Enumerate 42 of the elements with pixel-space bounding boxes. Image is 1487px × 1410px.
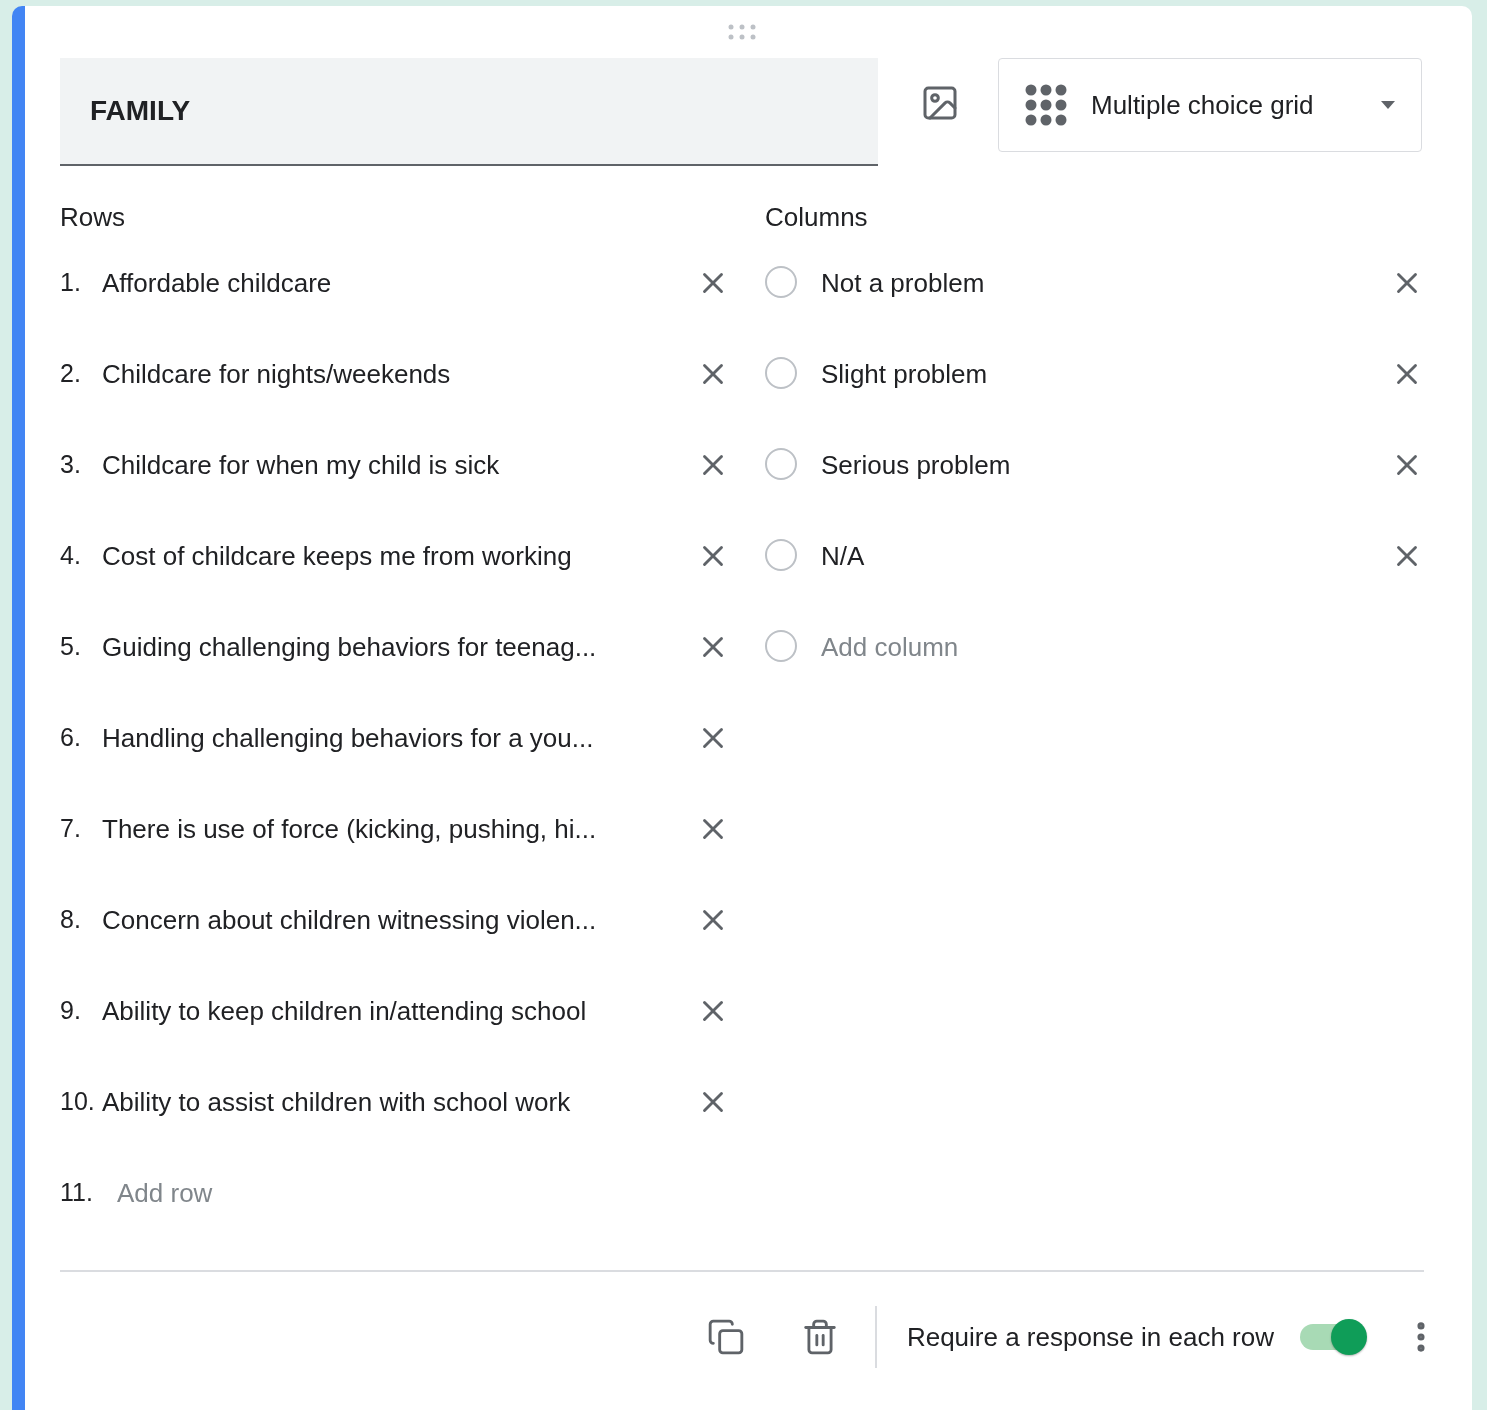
row-number: 9.	[60, 996, 82, 1025]
required-toggle[interactable]	[1298, 1318, 1368, 1356]
row-number: 8.	[60, 905, 82, 934]
row-number: 4.	[60, 541, 82, 570]
row-number: 5.	[60, 632, 82, 661]
row-number: 1.	[60, 268, 82, 297]
add-row-field[interactable]: Add row	[117, 1178, 730, 1209]
copy-icon[interactable]	[706, 1318, 745, 1356]
radio-icon	[765, 448, 797, 480]
row-text-field[interactable]: Affordable childcare	[102, 268, 696, 299]
row-number: 3.	[60, 450, 82, 479]
row-number: 7.	[60, 814, 82, 843]
column-text-field[interactable]: N/A	[821, 541, 1390, 572]
columns-label: Columns	[765, 202, 869, 234]
row-text-field[interactable]: Concern about children witnessing violen...	[102, 905, 696, 936]
row-text-field[interactable]: Ability to keep children in/attending school	[102, 996, 696, 1027]
row-text-field[interactable]: There is use of force (kicking, pushing, hi...	[102, 814, 696, 845]
required-label: Require a response in each row	[906, 1321, 1274, 1353]
drag-handle-icon[interactable]	[727, 24, 757, 40]
row-number: 11.	[60, 1178, 94, 1207]
column-text-field[interactable]: Not a problem	[821, 268, 1390, 299]
radio-icon	[765, 539, 797, 571]
column-text-field[interactable]: Slight problem	[821, 359, 1390, 390]
question-type-dropdown[interactable]: Multiple choice grid	[998, 58, 1422, 152]
radio-icon	[765, 357, 797, 389]
dropdown-caret-icon	[1381, 101, 1395, 109]
row-number: 6.	[60, 723, 82, 752]
rows-label: Rows	[60, 202, 126, 234]
row-text-field[interactable]: Guiding challenging behaviors for teenag...	[102, 632, 696, 663]
radio-icon	[765, 266, 797, 298]
row-number: 2.	[60, 359, 82, 388]
grid-icon	[1025, 84, 1067, 126]
row-text-field[interactable]: Handling challenging behaviors for a you...	[102, 723, 696, 754]
column-text-field[interactable]: Serious problem	[821, 450, 1390, 481]
add-column-field[interactable]: Add column	[821, 632, 1424, 663]
row-text-field[interactable]: Childcare for nights/weekends	[102, 359, 696, 390]
row-text-field[interactable]: Childcare for when my child is sick	[102, 450, 696, 481]
question-title-field[interactable]: FAMILY	[60, 58, 878, 166]
row-number: 10.	[60, 1087, 96, 1116]
row-text-field[interactable]: Cost of childcare keeps me from working	[102, 541, 696, 572]
radio-icon	[765, 630, 797, 662]
row-text-field[interactable]: Ability to assist children with school work	[102, 1087, 696, 1118]
